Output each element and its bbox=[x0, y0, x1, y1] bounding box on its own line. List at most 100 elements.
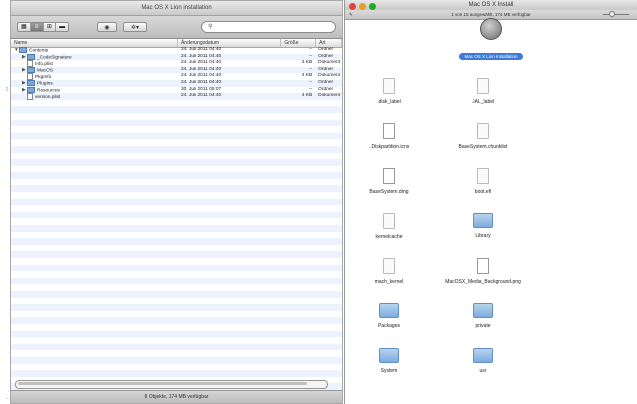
empty-row bbox=[11, 145, 342, 153]
empty-row bbox=[11, 139, 342, 146]
cell-date: 24. Juli 2011 04:40 bbox=[180, 60, 222, 66]
icon-label: Library bbox=[475, 233, 491, 239]
empty-row bbox=[11, 225, 342, 232]
icon-item[interactable]: ..Diskpartition.icns bbox=[349, 123, 429, 150]
empty-row bbox=[11, 192, 342, 199]
search-icon: ⚲ bbox=[208, 24, 213, 30]
icon-item[interactable]: BaseSystem.dmg bbox=[349, 168, 429, 195]
file-icon bbox=[383, 258, 395, 274]
file-name: _CodeSignature bbox=[37, 54, 72, 60]
empty-row bbox=[11, 337, 342, 344]
window-title: Mac OS X Install bbox=[468, 2, 514, 8]
column-header-name[interactable]: Name bbox=[11, 39, 178, 47]
gear-icon: ✲▾ bbox=[130, 25, 140, 31]
cell-date: 24. Juli 2011 04:40 bbox=[180, 73, 222, 79]
cell-name: Info.plist bbox=[11, 60, 178, 67]
empty-row bbox=[11, 350, 342, 357]
empty-row bbox=[11, 166, 342, 173]
horizontal-scrollbar[interactable] bbox=[15, 380, 328, 389]
column-header-size[interactable]: Größe bbox=[281, 39, 317, 47]
table-row[interactable]: ▶ Plugins 24. Juli 2011 04:40 -- Ordner bbox=[11, 79, 342, 87]
cell-date: 24. Juli 2011 04:40 bbox=[180, 79, 222, 85]
finder-window-icons: Mac OS X Install ✎ 1 von 15 ausgewählt, … bbox=[344, 0, 637, 404]
empty-row bbox=[11, 119, 342, 127]
table-row[interactable]: ▶ Resources 30. Juli 2011 05:07 -- Ordner bbox=[11, 86, 342, 94]
empty-row bbox=[11, 284, 342, 291]
icon-view-button[interactable]: ▦ bbox=[18, 23, 31, 31]
icon-item[interactable]: MacOSX_Media_Background.png bbox=[443, 258, 523, 285]
table-row[interactable]: ▶ _CodeSignature 24. Juli 2011 04:40 -- Ordn… bbox=[11, 53, 342, 61]
eye-icon: ◉ bbox=[104, 25, 110, 31]
cell-name: ▶ Resources bbox=[11, 86, 178, 94]
file-icon bbox=[383, 213, 395, 229]
search-field[interactable]: ⚲ bbox=[201, 21, 336, 33]
table-row[interactable]: ▼ Contents 24. Juli 2011 04:40 -- Ordner bbox=[11, 47, 342, 54]
table-row[interactable]: PkgInfo 24. Juli 2011 04:40 4 KB Dokument bbox=[11, 73, 342, 80]
folder-icon bbox=[473, 348, 493, 363]
file-icon bbox=[383, 78, 395, 94]
icon-item[interactable]: kernelcache bbox=[349, 213, 429, 240]
coverflow-view-button[interactable]: ▬ bbox=[56, 23, 68, 31]
left-edge-markers: ⁝ · bbox=[0, 0, 10, 404]
file-icon bbox=[477, 78, 489, 94]
empty-row bbox=[11, 218, 342, 225]
cell-kind: Dokument bbox=[318, 73, 341, 79]
icon-label: private bbox=[475, 323, 491, 329]
scrollbar-knob[interactable] bbox=[18, 382, 307, 385]
cell-kind: Dokument bbox=[318, 93, 341, 99]
cell-size: 4 KB bbox=[301, 60, 313, 66]
table-row[interactable]: Info.plist 24. Juli 2011 04:40 4 KB Dokumen… bbox=[11, 60, 342, 67]
cell-kind: Dokument bbox=[318, 60, 341, 66]
cell-size: -- bbox=[308, 86, 313, 92]
icon-label: kernelcache bbox=[375, 234, 403, 240]
icon-item[interactable]: usr bbox=[443, 348, 523, 374]
icon-item[interactable]: Library bbox=[443, 213, 523, 239]
icon-item[interactable]: Packages bbox=[349, 303, 429, 329]
cell-date: 30. Juli 2011 05:07 bbox=[180, 86, 222, 92]
cell-date: 24. Juli 2011 04:40 bbox=[180, 47, 222, 52]
icon-item[interactable]: BaseSystem.chunklist bbox=[443, 123, 523, 150]
icon-item[interactable]: System bbox=[349, 348, 429, 374]
document-icon bbox=[27, 60, 33, 67]
icon-label: System bbox=[380, 368, 398, 374]
document-icon bbox=[383, 123, 395, 139]
column-view-button[interactable]: ⊞ bbox=[43, 23, 57, 31]
window-controls bbox=[349, 3, 376, 10]
empty-row bbox=[11, 100, 342, 107]
edge-marker: · bbox=[6, 396, 8, 402]
table-row[interactable]: version.plist 24. Juli 2011 04:40 4 KB Doku… bbox=[11, 93, 342, 100]
cell-date: 24. Juli 2011 04:40 bbox=[180, 93, 222, 99]
column-header-date[interactable]: Änderungsdatum bbox=[178, 39, 282, 47]
cell-kind: Ordner bbox=[318, 66, 334, 72]
folder-icon bbox=[27, 79, 35, 86]
empty-row bbox=[11, 132, 342, 140]
icon-item[interactable]: .IAL_label bbox=[443, 78, 523, 105]
icon-label: usr bbox=[479, 368, 487, 374]
empty-row bbox=[11, 106, 342, 113]
icon-size-slider[interactable] bbox=[603, 11, 629, 17]
file-name: version.plist bbox=[35, 94, 61, 100]
empty-row bbox=[11, 264, 342, 272]
slider-thumb[interactable] bbox=[609, 11, 615, 17]
icon-item[interactable]: mach_kernel bbox=[349, 258, 429, 285]
empty-row bbox=[11, 153, 342, 160]
cell-size: 4 KB bbox=[301, 93, 313, 99]
cell-name: ▼ Contents bbox=[11, 47, 178, 54]
close-button[interactable] bbox=[349, 3, 356, 10]
action-menu-button[interactable]: ✲▾ bbox=[123, 22, 147, 32]
icon-label: .disk_label bbox=[377, 99, 401, 105]
list-view-button[interactable]: ≡ bbox=[30, 23, 44, 31]
icon-item[interactable]: private bbox=[443, 303, 523, 329]
edge-marker: ⁝ bbox=[6, 87, 8, 93]
icon-item[interactable]: .disk_label bbox=[349, 78, 429, 105]
minimize-button[interactable] bbox=[359, 3, 366, 10]
folder-icon bbox=[473, 213, 493, 228]
table-row[interactable]: ▶ MacOS 24. Juli 2011 04:40 -- Ordner bbox=[11, 66, 342, 74]
cell-kind: Ordner bbox=[318, 79, 334, 85]
quick-look-button[interactable]: ◉ bbox=[97, 22, 117, 32]
column-header-kind[interactable]: Art bbox=[316, 39, 342, 47]
icon-label: Packages bbox=[378, 323, 400, 329]
zoom-button[interactable] bbox=[369, 3, 376, 10]
empty-row bbox=[11, 304, 342, 311]
icon-item[interactable]: boot.efi bbox=[443, 168, 523, 195]
